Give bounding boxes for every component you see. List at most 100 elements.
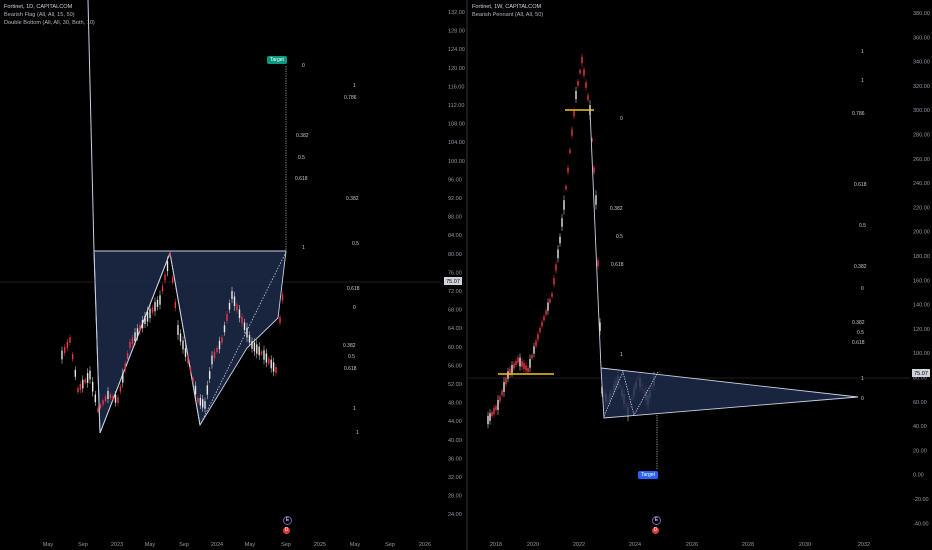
- y-tick-label: 92.00: [448, 196, 462, 202]
- y-tick-label: 0.00: [913, 473, 924, 479]
- y-tick-label: 140.00: [913, 303, 930, 309]
- target-badge[interactable]: Target: [638, 471, 658, 479]
- fib-level-label: 1: [353, 406, 356, 412]
- event-marker-d[interactable]: D: [652, 527, 659, 534]
- event-marker-e[interactable]: E: [652, 516, 661, 525]
- fib-level-label: 1: [620, 352, 623, 358]
- x-tick-label: May: [43, 542, 54, 548]
- x-tick-label: 2025: [314, 542, 326, 548]
- x-tick-label: 2020: [527, 542, 539, 548]
- fib-level-label: 0.382: [610, 206, 623, 212]
- y-tick-label: 76.00: [448, 270, 462, 276]
- y-tick-label: 160.00: [913, 278, 930, 284]
- x-tick-label: 2024: [211, 542, 223, 548]
- y-tick-label: 32.00: [448, 475, 462, 481]
- x-tick-label: 2026: [686, 542, 698, 548]
- y-tick-label: 60.00: [448, 345, 462, 351]
- fib-level-label: 0.382: [854, 264, 867, 270]
- y-tick-label: -20.00: [913, 497, 929, 503]
- fib-level-label: 0: [620, 116, 623, 122]
- y-tick-label: 80.00: [448, 252, 462, 258]
- x-axis-right[interactable]: 2018 2020 2022 2024 2026 2028 2030 2032: [490, 542, 870, 548]
- y-tick-label: -40.00: [913, 521, 929, 527]
- indicator-bearish-pennant[interactable]: Bearish Pennant (All, All, 50): [472, 11, 543, 19]
- symbol-title[interactable]: Fortinet, 1D, CAPITALCOM: [4, 3, 95, 11]
- y-tick-label: 40.00: [448, 438, 462, 444]
- y-tick-label: 36.00: [448, 456, 462, 462]
- y-tick-label: 260.00: [913, 157, 930, 163]
- fib-level-label: 0.618: [347, 286, 360, 292]
- x-tick-label: May: [350, 542, 361, 548]
- x-tick-label: 2024: [629, 542, 641, 548]
- x-tick-label: 2026: [419, 542, 431, 548]
- y-tick-label: 240.00: [913, 181, 930, 187]
- x-tick-label: 2018: [490, 542, 502, 548]
- y-tick-label: 108.00: [448, 122, 465, 128]
- event-marker-d[interactable]: D: [283, 527, 290, 534]
- indicator-double-bottom[interactable]: Double Bottom (All, All, 30, Both, 10): [4, 19, 95, 27]
- bearish-pennant-pattern[interactable]: [600, 367, 859, 419]
- x-tick-label: May: [145, 542, 156, 548]
- y-tick-label: 100.00: [448, 159, 465, 165]
- fib-level-label: 0.786: [344, 95, 357, 101]
- fib-level-label: 0.618: [854, 182, 867, 188]
- chart-pane-right[interactable]: 380.00 360.00 340.00 320.00 300.00 280.00 260.…: [468, 0, 932, 550]
- fib-level-label: 0.5: [859, 223, 866, 229]
- y-tick-label: 72.00: [448, 289, 462, 295]
- y-tick-label: 64.00: [448, 326, 462, 332]
- chart-canvas-left[interactable]: 132.00128.00124.00120.00116.00112.00108.…: [0, 0, 466, 550]
- fib-level-label: 0: [861, 286, 864, 292]
- y-tick-label: 84.00: [448, 233, 462, 239]
- y-tick-label: 28.00: [448, 494, 462, 500]
- y-tick-label: 52.00: [448, 382, 462, 388]
- x-tick-label: May: [245, 542, 256, 548]
- y-tick-label: 112.00: [448, 103, 464, 109]
- y-tick-label: 96.00: [448, 177, 462, 183]
- target-badge[interactable]: Target: [267, 56, 287, 64]
- x-tick-label: Sep: [385, 542, 395, 548]
- fib-levels-left: 0 1 0.786 0.382 0.5 0.618 0.382 1 0.5 0.618 0 0.382…: [295, 63, 360, 436]
- y-tick-label: 48.00: [448, 401, 462, 407]
- y-tick-label: 40.00: [913, 424, 927, 430]
- pattern-trendline: [87, 0, 95, 252]
- fib-level-label: 0: [861, 396, 864, 402]
- y-tick-label: 116.00: [448, 84, 464, 90]
- fib-level-label: 0.618: [295, 176, 308, 182]
- double-bottom-pattern[interactable]: [93, 250, 287, 434]
- y-tick-label: 340.00: [913, 60, 930, 66]
- y-tick-label: 320.00: [913, 84, 930, 90]
- indicator-bearish-flag[interactable]: Bearish Flag (All, All, 15, 50): [4, 11, 95, 19]
- symbol-title[interactable]: Fortinet, 1W, CAPITALCOM: [472, 3, 543, 11]
- chart-pane-left[interactable]: 132.00 128.00 124.00 120.00 116.00 112.00 108.…: [0, 0, 466, 550]
- fib-level-label: 0.5: [857, 330, 864, 336]
- fib-level-label: 1: [356, 430, 359, 436]
- y-tick-label: 44.00: [448, 419, 462, 425]
- x-tick-label: 2022: [573, 542, 585, 548]
- y-tick-label: 132.00: [448, 10, 465, 16]
- x-tick-label: Sep: [179, 542, 189, 548]
- chart-canvas-right[interactable]: 380.00 360.00 340.00 320.00 300.00 280.00 260.…: [468, 0, 932, 550]
- fib-levels-right: 1 1 0.786 0 0.382 0.5 0.618 0.618 0.5 0.382 0 0.382…: [610, 49, 867, 402]
- fib-level-label: 1: [861, 78, 864, 84]
- y-tick-label: 60.00: [913, 400, 927, 406]
- fib-level-label: 0.382: [296, 133, 309, 139]
- x-axis-left[interactable]: May Sep 2023 May Sep 2024 May Sep 2025 May Sep 2026: [43, 542, 431, 548]
- y-tick-label: 56.00: [448, 363, 462, 369]
- y-tick-label: 100.00: [913, 351, 930, 357]
- chart-legend-right[interactable]: Fortinet, 1W, CAPITALCOM Bearish Pennant…: [472, 3, 543, 19]
- fib-level-label: 1: [353, 83, 356, 89]
- event-marker-e[interactable]: E: [283, 516, 292, 525]
- chart-legend-left[interactable]: Fortinet, 1D, CAPITALCOM Bearish Flag (A…: [4, 3, 95, 27]
- y-axis-right[interactable]: 380.00 360.00 340.00 320.00 300.00 280.00 260.…: [913, 11, 930, 527]
- fib-level-label: 0.5: [348, 354, 355, 360]
- y-tick-label: 104.00: [448, 140, 465, 146]
- fib-level-label: 0.618: [611, 262, 624, 268]
- x-tick-label: Sep: [281, 542, 291, 548]
- fib-level-label: 0.382: [343, 343, 356, 349]
- y-tick-label: 300.00: [913, 108, 930, 114]
- y-tick-label: 128.00: [448, 29, 465, 35]
- y-tick-label: 68.00: [448, 308, 462, 314]
- last-price-value: 75.07: [914, 371, 928, 377]
- y-tick-label: 24.00: [448, 512, 462, 518]
- y-axis-left[interactable]: 132.00 128.00 124.00 120.00 116.00 112.00 108.…: [448, 10, 465, 518]
